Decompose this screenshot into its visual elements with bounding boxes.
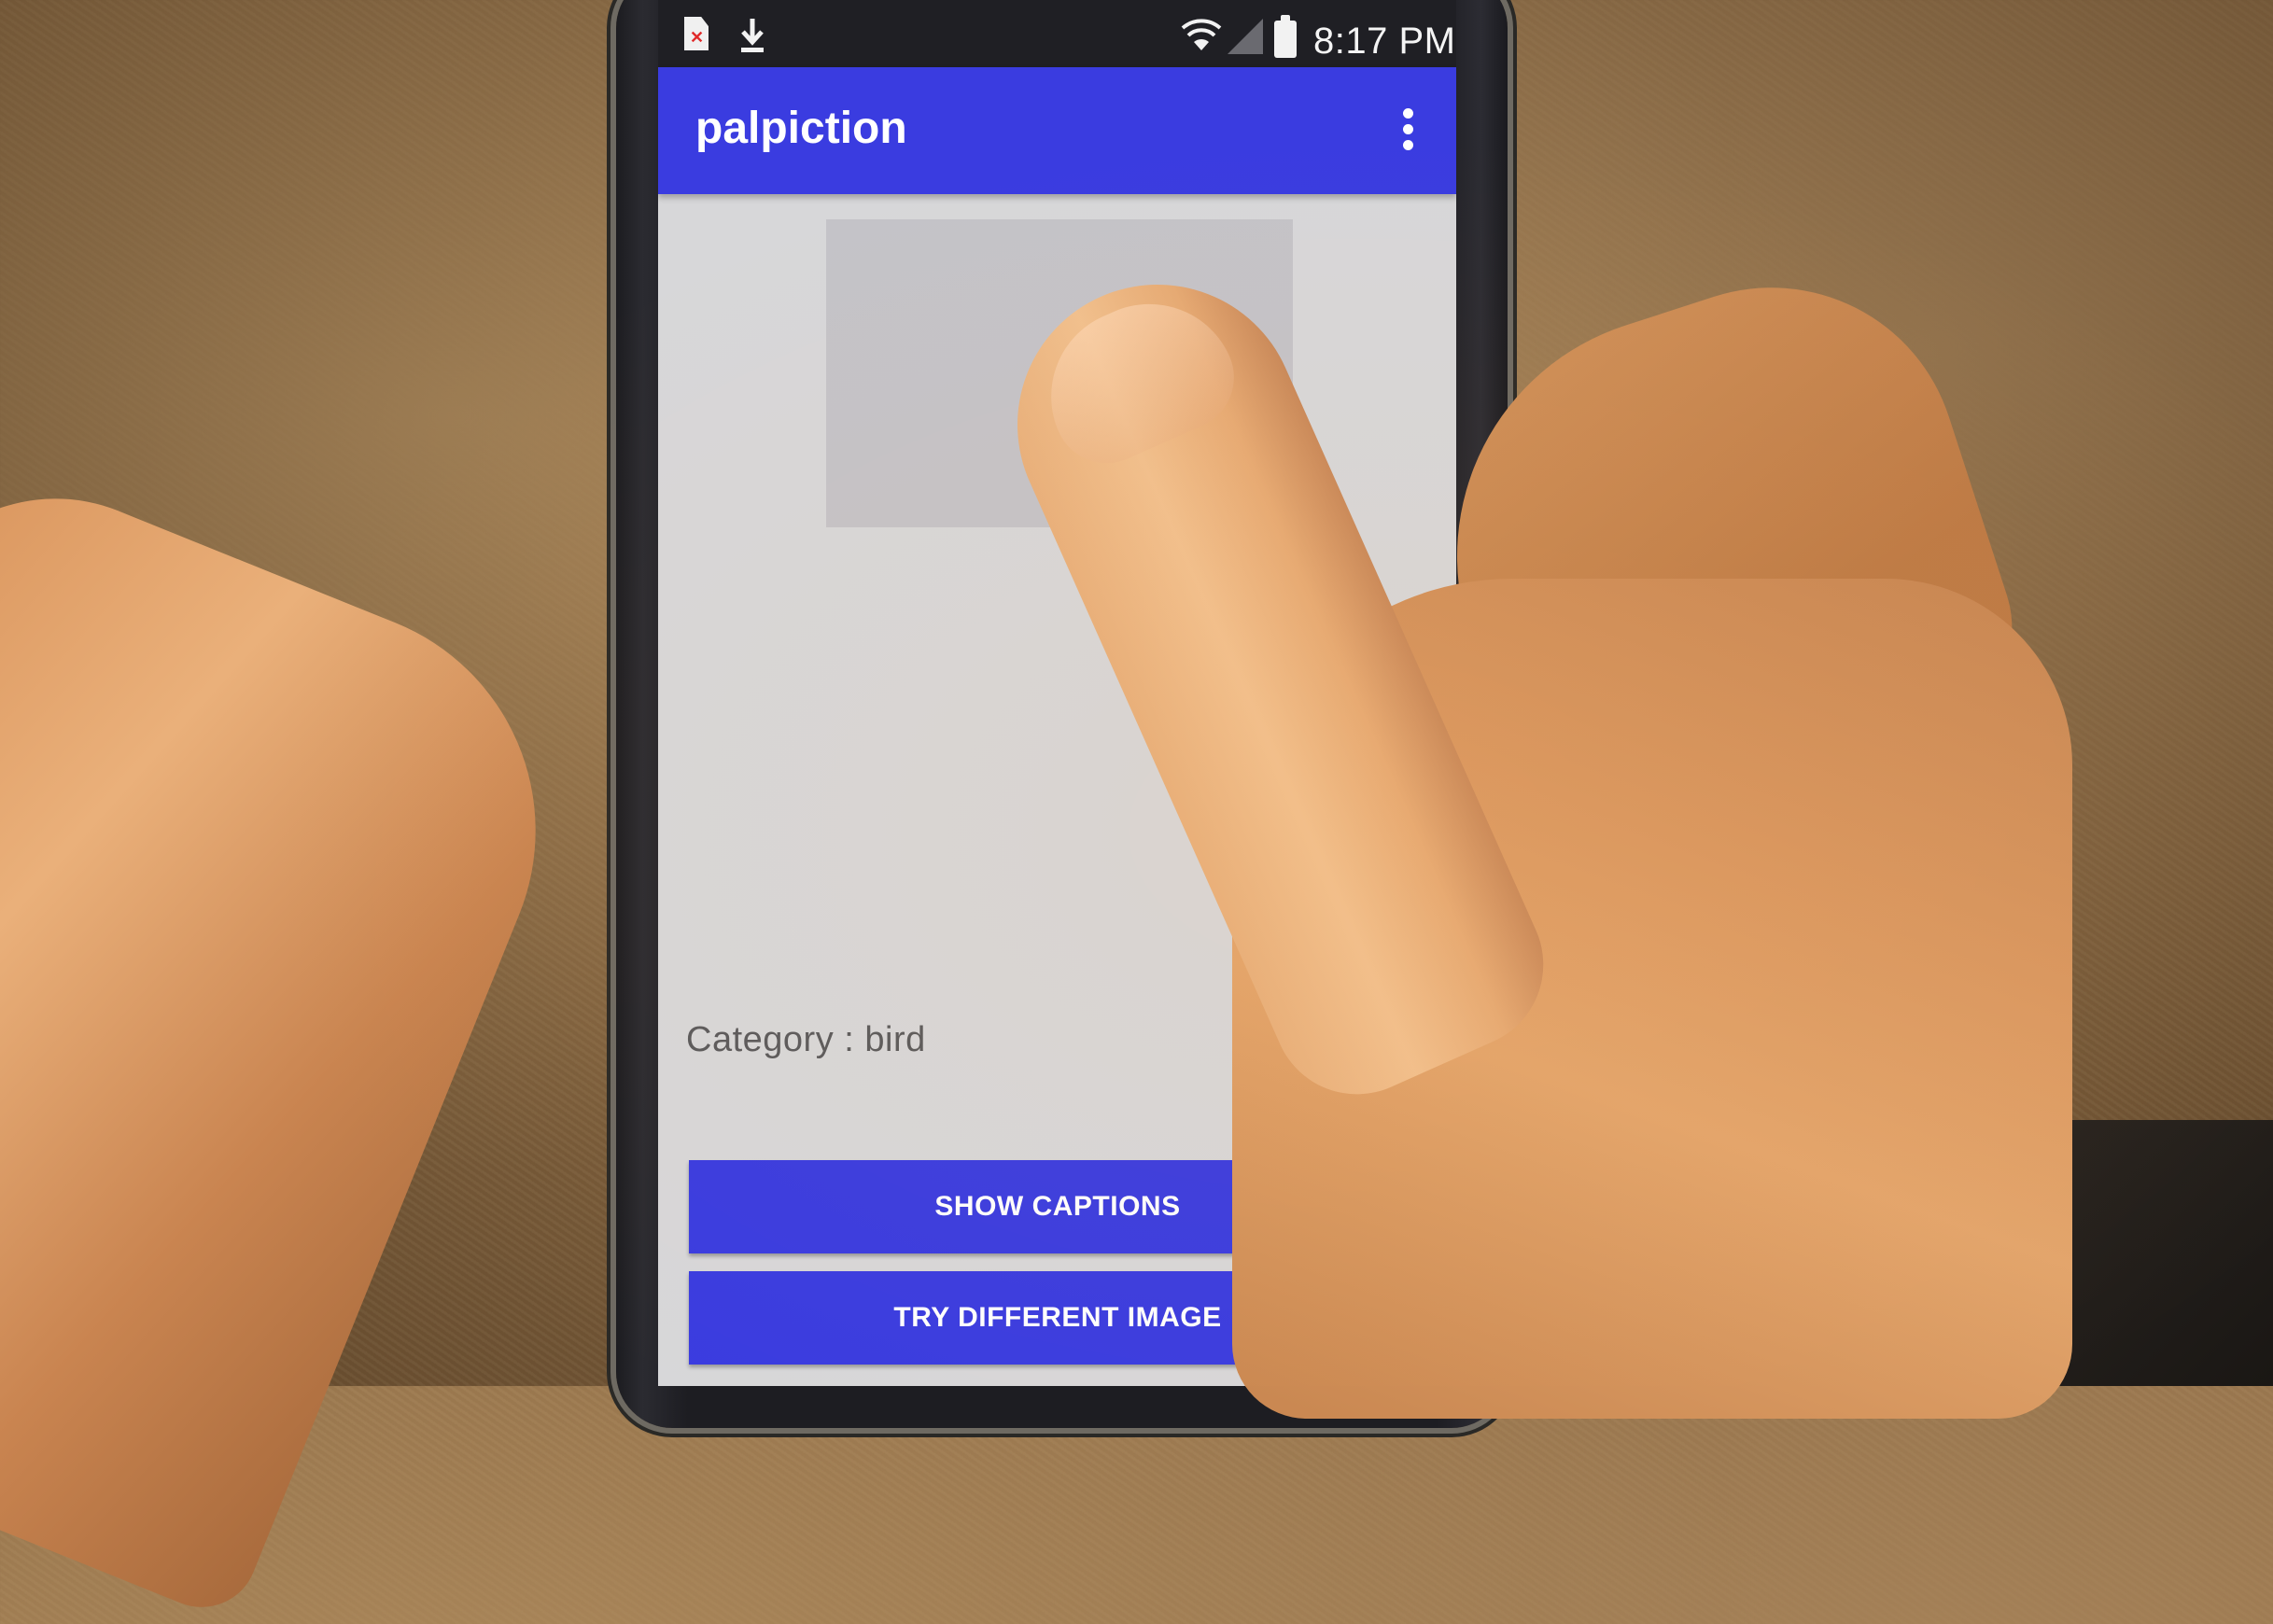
- overflow-menu-icon[interactable]: [1394, 108, 1422, 155]
- status-time: 8:17 PM: [1313, 21, 1456, 62]
- wifi-icon: [1181, 19, 1222, 50]
- battery-icon: [1274, 15, 1297, 58]
- file-error-icon: ✕: [684, 17, 709, 50]
- category-label: Category : bird: [686, 1020, 926, 1059]
- download-icon: [741, 19, 764, 52]
- status-bar: ✕ 8:17 PM: [658, 0, 1456, 67]
- app-title: palpiction: [695, 104, 907, 153]
- app-bar: palpiction: [658, 67, 1456, 194]
- signal-icon: [1228, 19, 1263, 54]
